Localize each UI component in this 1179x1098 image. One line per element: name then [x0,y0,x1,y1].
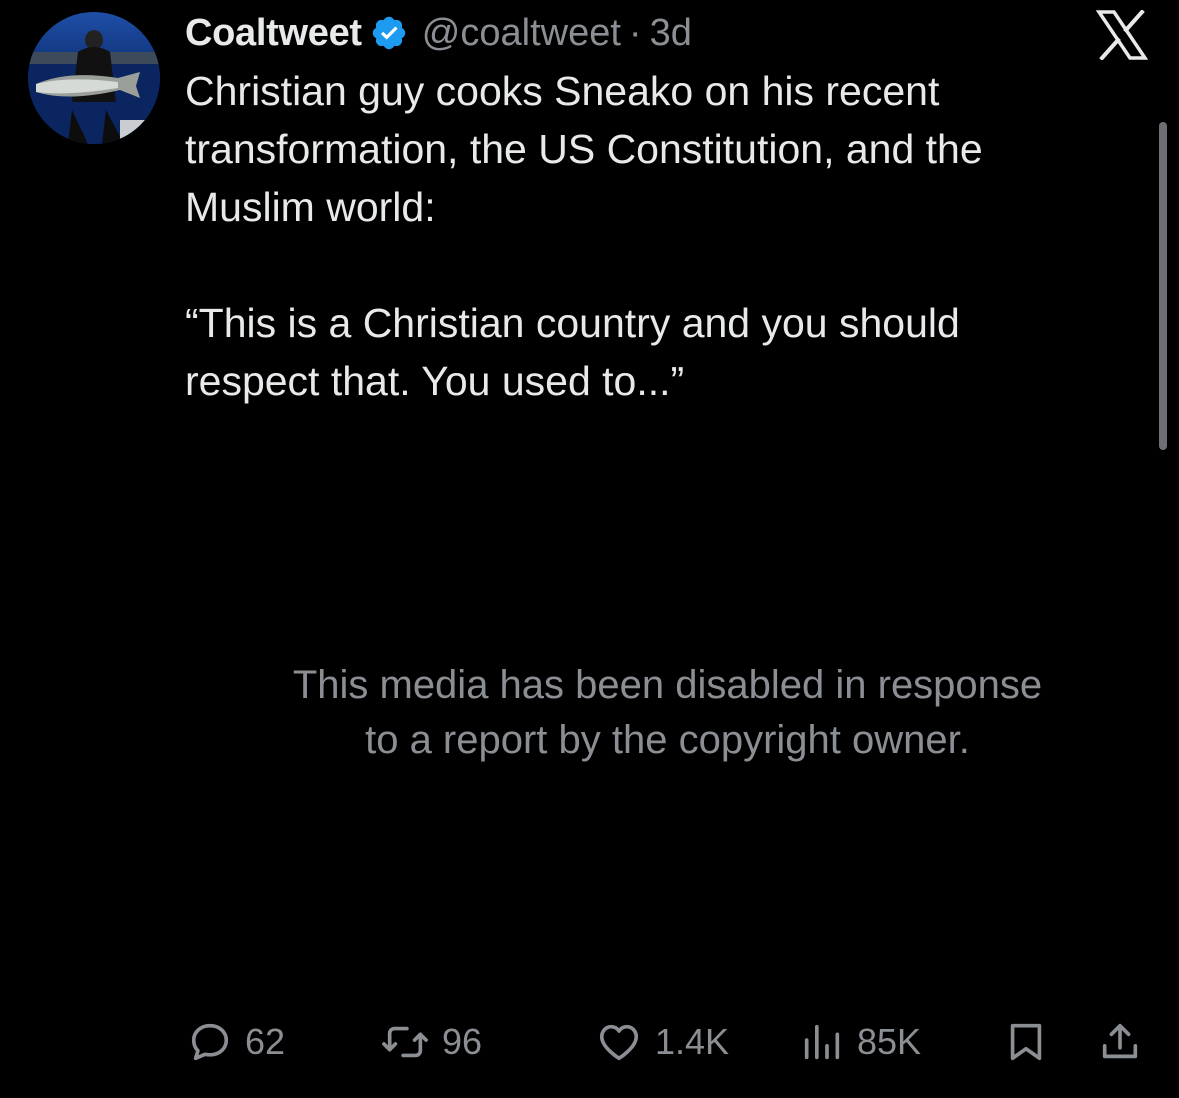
like-button[interactable]: 1.4K [595,1012,729,1072]
separator-dot: · [628,11,642,54]
repost-icon [380,1019,430,1065]
x-logo-icon [1095,9,1149,61]
media-disabled-text: This media has been disabled in response… [292,663,1043,762]
like-count: 1.4K [655,1021,730,1062]
bookmark-icon [1003,1019,1049,1065]
author-handle[interactable]: @coaltweet [422,12,621,55]
bookmark-button[interactable] [1003,1012,1049,1072]
heart-icon [595,1019,643,1065]
share-button[interactable] [1097,1012,1143,1072]
views-chart-icon [799,1019,845,1065]
avatar-photo [28,12,160,144]
tweet-actions: 62 96 1.4K 85K [185,1012,1145,1072]
media-disabled-notice: This media has been disabled in response… [185,658,1150,768]
reply-button[interactable]: 62 [187,1012,285,1072]
author-display-name[interactable]: Coaltweet [185,12,362,55]
verified-badge-icon[interactable] [370,14,408,52]
tweet-text: Christian guy cooks Sneako on his recent… [185,68,983,404]
repost-button[interactable]: 96 [380,1012,482,1072]
avatar[interactable] [28,12,160,144]
scrollbar[interactable] [1159,122,1167,450]
tweet-timestamp[interactable]: 3d [650,12,692,55]
views-count: 85K [857,1021,922,1062]
reply-icon [187,1019,233,1065]
reply-count: 62 [245,1021,286,1062]
views-button[interactable]: 85K [799,1012,921,1072]
share-icon [1097,1019,1143,1065]
tweet-header: Coaltweet @coaltweet · 3d [185,10,692,56]
repost-count: 96 [442,1021,483,1062]
